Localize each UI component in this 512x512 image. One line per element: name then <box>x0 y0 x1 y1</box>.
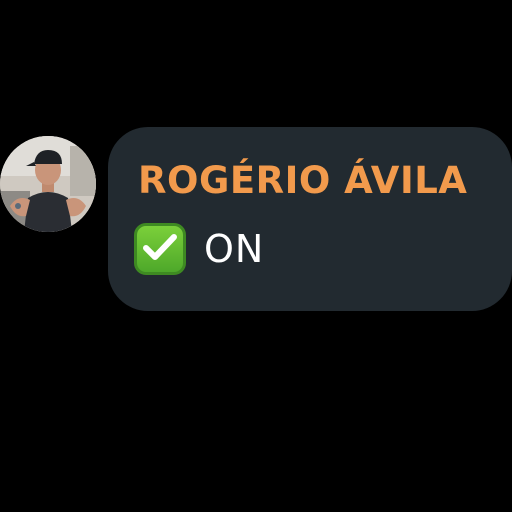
status-row: ON <box>134 221 264 277</box>
sticker-canvas: ROGÉRIO ÁVILA ON <box>0 0 512 512</box>
contact-name: ROGÉRIO ÁVILA <box>138 159 468 202</box>
check-mark-button-icon <box>134 223 186 275</box>
profile-photo <box>0 136 96 232</box>
avatar[interactable] <box>0 136 96 232</box>
status-label: ON <box>204 227 265 271</box>
contact-status-card: ROGÉRIO ÁVILA ON <box>108 127 512 311</box>
